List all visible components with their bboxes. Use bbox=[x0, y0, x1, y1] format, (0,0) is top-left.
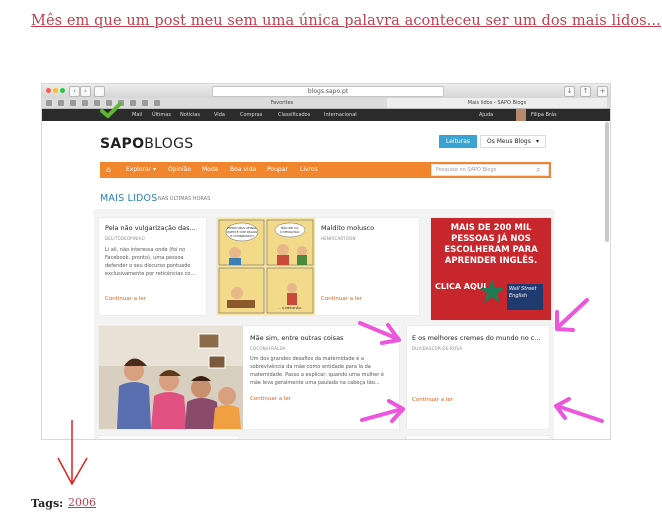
tags-label: Tags: bbox=[31, 497, 64, 510]
post-title-link[interactable]: Mês em que um post meu sem uma única pal… bbox=[31, 13, 661, 29]
tag-2006-link[interactable]: 2006 bbox=[68, 496, 96, 509]
annotation-arrows bbox=[358, 298, 604, 423]
screenshot-image: ‹ › blogs.sapo.pt ↓ ↑ + Favorites Mais l… bbox=[41, 83, 611, 440]
red-arrow-down-icon bbox=[57, 420, 88, 486]
